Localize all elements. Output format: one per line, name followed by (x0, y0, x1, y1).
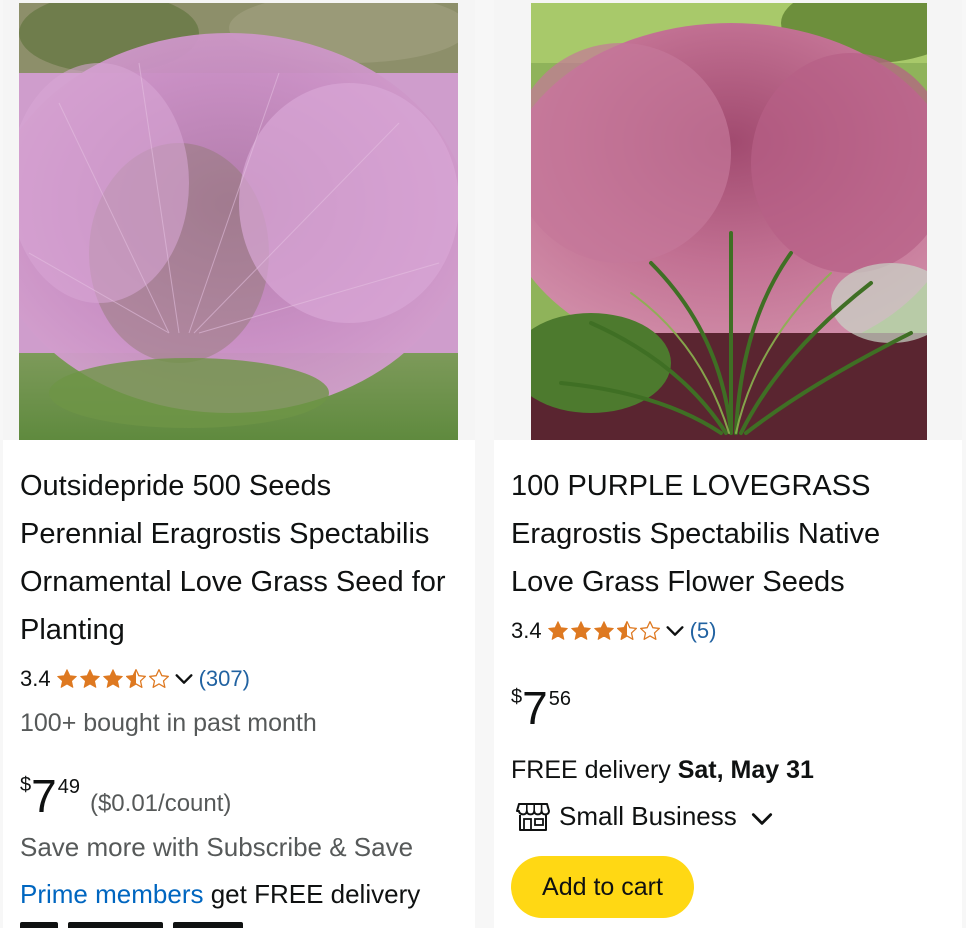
chevron-down-icon[interactable] (749, 806, 775, 832)
product-image-well (494, 0, 962, 440)
price-symbol: $ (20, 774, 32, 796)
clipped-text-line (20, 920, 280, 928)
price-fraction: 49 (57, 776, 80, 798)
price-whole: 7 (31, 770, 57, 822)
product-card-2[interactable]: 100 PURPLE LOVEGRASS Eragrostis Spectabi… (494, 0, 962, 928)
star-empty-icon (148, 668, 170, 690)
star-rating[interactable] (547, 620, 662, 642)
star-icon (56, 668, 78, 690)
price-symbol: $ (511, 686, 523, 708)
add-to-cart-button[interactable]: Add to cart (511, 856, 694, 918)
rating-row: 3.4 (5) (511, 618, 716, 644)
product-image-well (3, 0, 475, 440)
product-card-1[interactable]: Outsidepride 500 Seeds Perennial Eragros… (3, 0, 475, 928)
product-title[interactable]: 100 PURPLE LOVEGRASS Eragrostis Spectabi… (511, 462, 951, 606)
price[interactable]: $ 7 49 ($0.01/count) (20, 770, 231, 822)
subscribe-save-text: Save more with Subscribe & Save (20, 832, 414, 862)
star-half-icon (125, 668, 147, 690)
bought-count: 100+ bought in past month (20, 709, 317, 737)
star-icon (593, 620, 615, 642)
star-rating[interactable] (56, 668, 171, 690)
prime-members-link[interactable]: Prime members (20, 879, 203, 909)
price-fraction: 56 (548, 688, 571, 710)
prime-delivery: Prime members get FREE delivery (20, 879, 420, 910)
delivery-date: Sat, May 31 (677, 756, 814, 784)
small-business-label: Small Business (559, 800, 737, 831)
star-icon (547, 620, 569, 642)
star-icon (79, 668, 101, 690)
chevron-down-icon[interactable] (173, 668, 195, 690)
delivery-info: FREE delivery Sat, May 31 (511, 756, 814, 785)
product-title[interactable]: Outsidepride 500 Seeds Perennial Eragros… (20, 462, 460, 654)
star-empty-icon (639, 620, 661, 642)
product-image[interactable] (19, 3, 458, 440)
star-icon (102, 668, 124, 690)
prime-delivery-text: get FREE delivery (203, 879, 421, 909)
price-whole: 7 (522, 682, 548, 734)
delivery-prefix: FREE delivery (511, 756, 678, 784)
rating-value: 3.4 (511, 618, 542, 643)
review-count-link[interactable]: (5) (690, 618, 717, 644)
chevron-down-icon[interactable] (664, 620, 686, 642)
small-business-store-icon (516, 803, 550, 831)
review-count-link[interactable]: (307) (199, 666, 250, 692)
rating-value: 3.4 (20, 666, 51, 691)
star-half-icon (616, 620, 638, 642)
product-image[interactable] (531, 3, 927, 440)
star-icon (570, 620, 592, 642)
small-business-badge[interactable]: Small Business (516, 800, 775, 832)
unit-price: ($0.01/count) (89, 790, 232, 817)
price[interactable]: $ 7 56 (511, 682, 571, 734)
rating-row: 3.4 (307) (20, 666, 250, 692)
